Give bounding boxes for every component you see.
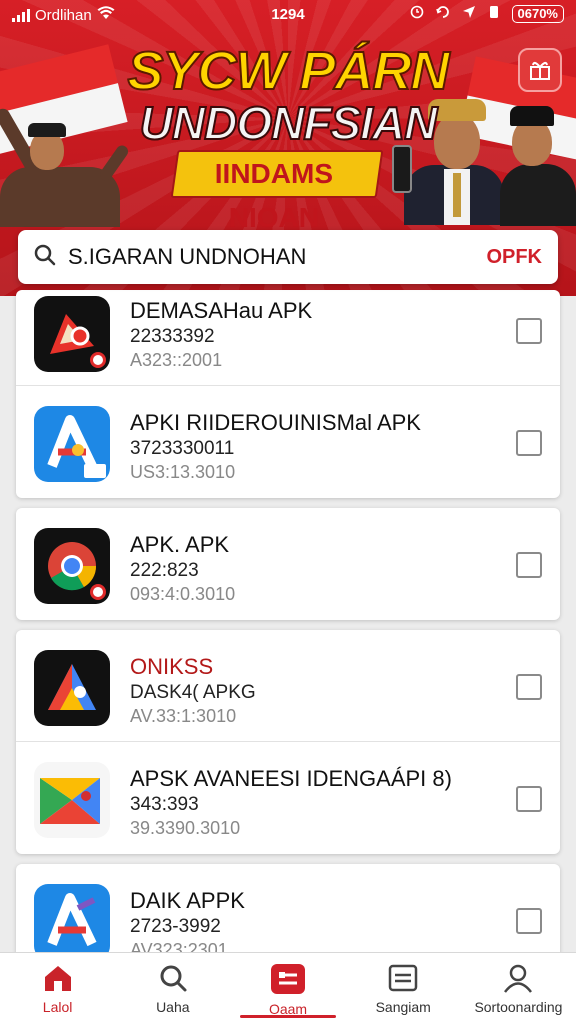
banner-subheadline: UNDONFSIAN: [139, 96, 439, 150]
status-right: 0670%: [410, 5, 564, 23]
select-checkbox[interactable]: [516, 430, 542, 456]
nav-label: Sangiam: [375, 999, 431, 1015]
app-card: APK. APK 222:823 093:4:0.3010: [16, 508, 560, 620]
app-list: DEMASAHau APK 22333392 A323::2001 APKI R…: [16, 290, 560, 986]
nav-item-search[interactable]: Uaha: [115, 953, 230, 1024]
select-checkbox[interactable]: [516, 318, 542, 344]
app-meta: 39.3390.3010: [130, 818, 241, 838]
banner-tagline: IINDAMS NIOAN: [170, 150, 384, 233]
select-checkbox[interactable]: [516, 552, 542, 578]
search-bar[interactable]: S.IGARAN UNDNOHAN OPFK: [18, 230, 558, 284]
app-meta: AV.33:1:3010: [130, 706, 237, 726]
search-input[interactable]: S.IGARAN UNDNOHAN: [68, 244, 486, 270]
nav-label: Sortoonarding: [474, 999, 563, 1015]
vibrate-icon: [488, 5, 500, 23]
app-title: APKI RIIDEROUINISMal APK: [130, 410, 421, 435]
chrome-app-icon: [34, 528, 110, 604]
select-checkbox[interactable]: [516, 908, 542, 934]
battery-indicator: 0670%: [511, 5, 564, 23]
app-title: APSK AVANEESI IDENGAÁPI 8): [130, 766, 452, 791]
bottom-navigation: Lalol Uaha Oaam Sangiam Sortoonarding: [0, 952, 576, 1024]
banner-tagline-text: IINDAMS NIOAN: [214, 158, 334, 233]
list-item[interactable]: ONIKSS DASK4( APKG AV.33:1:3010: [16, 630, 560, 742]
app-code: 22333392: [130, 326, 215, 347]
status-bar: Ordlihan 1294 0670%: [0, 0, 576, 30]
search-action-button[interactable]: OPFK: [486, 246, 542, 269]
list-item[interactable]: DEMASAHau APK 22333392 A323::2001: [16, 290, 560, 386]
list-item[interactable]: APSK AVANEESI IDENGAÁPI 8) 343:393 39.33…: [16, 742, 560, 854]
apps-icon: [271, 964, 305, 994]
location-icon: [462, 5, 476, 23]
gift-icon: [530, 61, 550, 80]
active-tab-indicator: [240, 1015, 336, 1018]
app-title: DAIK APPK: [130, 888, 245, 913]
profile-icon: [504, 964, 533, 993]
app-code: 3723330011: [130, 438, 235, 459]
list-item[interactable]: APKI RIIDEROUINISMal APK 3723330011 US3:…: [16, 386, 560, 498]
app-meta: US3:13.3010: [130, 462, 236, 482]
select-checkbox[interactable]: [516, 674, 542, 700]
red-triangle-app-icon: [34, 296, 110, 372]
app-code: DASK4( APKG: [130, 682, 256, 703]
nav-item-apps[interactable]: Oaam: [230, 953, 345, 1024]
gradient-a-app-icon: [34, 650, 110, 726]
app-title: ONIKSS: [130, 654, 214, 679]
app-title: DEMASAHau APK: [130, 298, 313, 323]
nav-label: Lalol: [42, 999, 73, 1015]
search-icon: [34, 244, 56, 271]
app-code: 343:393: [130, 794, 199, 815]
app-code: 222:823: [130, 560, 199, 581]
nav-item-list[interactable]: Sangiam: [346, 953, 461, 1024]
app-title: APK. APK: [130, 532, 230, 557]
alarm-icon: [410, 5, 424, 23]
rotation-icon: [435, 5, 450, 23]
app-meta: 093:4:0.3010: [130, 584, 236, 604]
app-card-group: DEMASAHau APK 22333392 A323::2001 APKI R…: [16, 290, 560, 498]
blue-a-app-icon: [34, 406, 110, 482]
select-checkbox[interactable]: [516, 786, 542, 812]
gift-button[interactable]: [518, 48, 562, 92]
nav-item-home[interactable]: Lalol: [0, 953, 115, 1024]
list-icon: [388, 964, 418, 992]
nav-label: Uaha: [156, 999, 190, 1015]
search-icon: [160, 965, 187, 992]
nav-item-profile[interactable]: Sortoonarding: [461, 953, 576, 1024]
app-meta: A323::2001: [130, 350, 223, 370]
list-item[interactable]: APK. APK 222:823 093:4:0.3010: [16, 508, 560, 620]
play-store-app-icon: [34, 762, 110, 838]
app-card-group: ONIKSS DASK4( APKG AV.33:1:3010 APSK AVA…: [16, 630, 560, 854]
blue-a-app-icon: [34, 884, 110, 960]
banner-headline: SYCW PÁRN: [126, 40, 450, 102]
home-icon: [44, 966, 71, 991]
app-code: 2723-3992: [130, 916, 221, 937]
